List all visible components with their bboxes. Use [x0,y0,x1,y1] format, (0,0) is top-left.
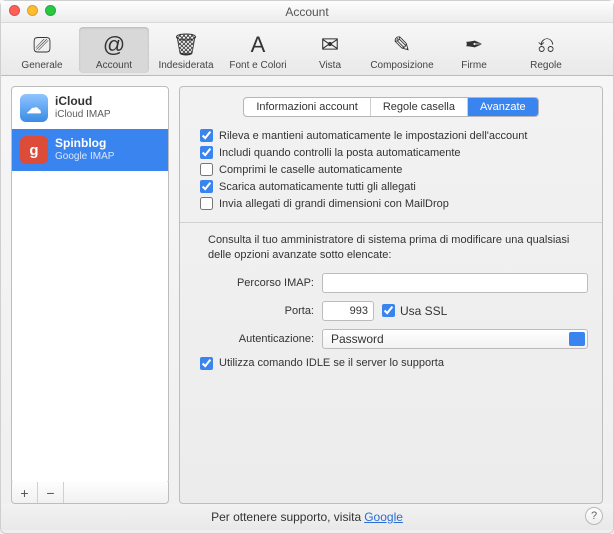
auth-label: Autenticazione: [194,333,322,345]
option-checkbox[interactable] [200,163,213,176]
add-account-button[interactable]: + [12,482,38,503]
icloud-icon: ☁ [20,94,48,122]
tab-avanzate[interactable]: Avanzate [468,98,538,116]
tab-regole-casella[interactable]: Regole casella [371,98,468,116]
toolbar-rules[interactable]: ⎌Regole [511,27,581,73]
idle-checkbox[interactable] [200,357,213,370]
imap-path-row: Percorso IMAP: [194,273,588,293]
tab-informazioni-account[interactable]: Informazioni account [244,98,371,116]
toolbar-viewing[interactable]: ✉Vista [295,27,365,73]
idle-row: Utilizza comando IDLE se il server lo su… [200,357,588,370]
viewing-icon: ✉ [314,31,346,59]
port-label: Porta: [194,305,322,317]
option-row: Comprimi le caselle automaticamente [200,163,588,176]
advanced-options-group: Rileva e mantieni automaticamente le imp… [200,129,588,210]
auth-select[interactable]: Password [322,329,588,349]
use-ssl-checkbox[interactable] [382,304,395,317]
google-icon: g [20,136,48,164]
toolbar-general[interactable]: ⎚Generale [7,27,77,73]
option-row: Rileva e mantieni automaticamente le imp… [200,129,588,142]
toolbar-compose[interactable]: ✎Composizione [367,27,437,73]
toolbar-label: Composizione [370,60,433,71]
settings-tabs: Informazioni accountRegole casellaAvanza… [194,97,588,117]
junk-icon: 🗑 [170,31,202,59]
support-footer: Per ottenere supporto, visita Google ? [1,504,613,530]
option-label: Comprimi le caselle automaticamente [219,164,402,176]
toolbar-junk[interactable]: 🗑Indesiderata [151,27,221,73]
help-button[interactable]: ? [585,507,603,525]
preferences-toolbar: ⎚Generale@Account🗑IndesiderataAFont e Co… [1,23,613,76]
account-icon: @ [98,31,130,59]
toolbar-label: Account [96,60,132,71]
accounts-list: ☁ iCloudiCloud IMAP g SpinblogGoogle IMAP [11,86,169,484]
toolbar-sign[interactable]: ✒Firme [439,27,509,73]
account-name: Spinblog [55,137,114,151]
minimize-icon[interactable] [27,5,38,16]
option-label: Invia allegati di grandi dimensioni con … [219,198,449,210]
imap-path-input[interactable] [322,273,588,293]
account-item[interactable]: g SpinblogGoogle IMAP [12,129,168,171]
auth-select-value: Password [331,332,384,346]
window-title: Account [285,5,328,19]
admin-warning-text: Consulta il tuo amministratore di sistem… [208,233,588,263]
option-label: Includi quando controlli la posta automa… [219,147,461,159]
remove-account-button[interactable]: − [38,482,64,503]
compose-icon: ✎ [386,31,418,59]
option-checkbox[interactable] [200,180,213,193]
support-link[interactable]: Google [364,510,403,524]
toolbar-label: Firme [461,60,487,71]
zoom-icon[interactable] [45,5,56,16]
close-icon[interactable] [9,5,20,16]
fonts-icon: A [242,31,274,59]
toolbar-fonts[interactable]: AFont e Colori [223,27,293,73]
option-checkbox[interactable] [200,146,213,159]
account-item[interactable]: ☁ iCloudiCloud IMAP [12,87,168,129]
option-row: Includi quando controlli la posta automa… [200,146,588,159]
option-label: Scarica automaticamente tutti gli allega… [219,181,416,193]
account-subtitle: Google IMAP [55,151,114,163]
main-area: ☁ iCloudiCloud IMAP g SpinblogGoogle IMAP +… [1,76,613,504]
window-titlebar: Account [1,1,613,23]
sidebar-footer: + − [11,482,169,504]
option-row: Invia allegati di grandi dimensioni con … [200,197,588,210]
account-name: iCloud [55,95,111,109]
account-subtitle: iCloud IMAP [55,109,111,121]
general-icon: ⎚ [26,31,58,59]
rules-icon: ⎌ [530,31,562,59]
idle-label: Utilizza comando IDLE se il server lo su… [219,357,444,369]
traffic-lights [9,5,56,16]
imap-path-label: Percorso IMAP: [194,277,322,289]
account-settings-pane: Informazioni accountRegole casellaAvanza… [179,86,603,504]
toolbar-label: Regole [530,60,562,71]
port-row: Porta: Usa SSL [194,301,588,321]
option-label: Rileva e mantieni automaticamente le imp… [219,130,527,142]
port-input[interactable] [322,301,374,321]
option-checkbox[interactable] [200,129,213,142]
accounts-sidebar: ☁ iCloudiCloud IMAP g SpinblogGoogle IMAP +… [11,86,169,504]
toolbar-label: Font e Colori [229,60,286,71]
toolbar-label: Generale [21,60,62,71]
use-ssl-label: Usa SSL [400,304,447,318]
support-prefix: Per ottenere supporto, visita [211,510,361,524]
chevron-up-down-icon [572,331,582,347]
toolbar-label: Vista [319,60,341,71]
option-checkbox[interactable] [200,197,213,210]
option-row: Scarica automaticamente tutti gli allega… [200,180,588,193]
toolbar-account[interactable]: @Account [79,27,149,73]
auth-row: Autenticazione: Password [194,329,588,349]
sign-icon: ✒ [458,31,490,59]
divider [180,222,602,223]
toolbar-label: Indesiderata [158,60,213,71]
